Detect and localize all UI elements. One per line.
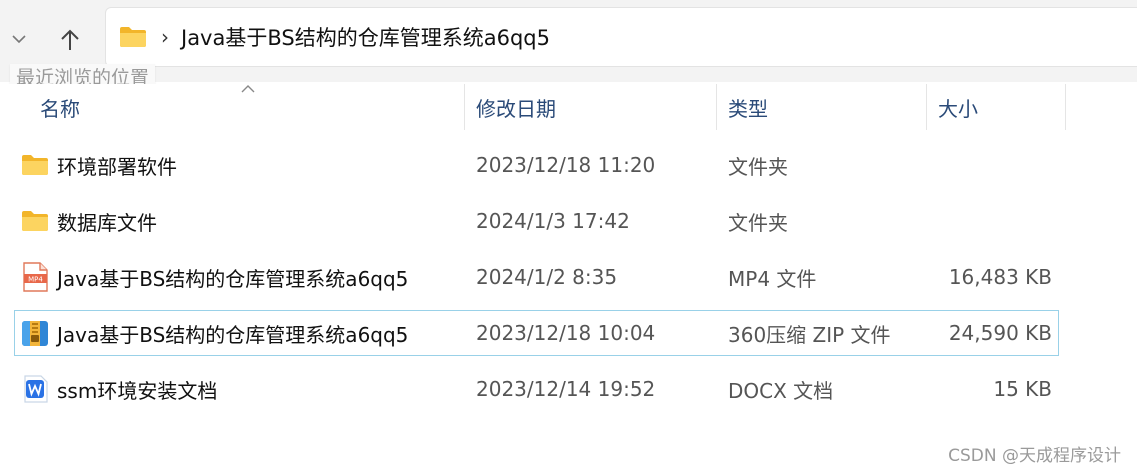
file-size: 24,590 KB bbox=[948, 321, 1052, 345]
file-row[interactable]: 环境部署软件 2023/12/18 11:20 文件夹 bbox=[14, 142, 1059, 188]
file-explorer-window: › Java基于BS结构的仓库管理系统a6qq5 最近浏览的位置 名称 修改日期… bbox=[0, 0, 1137, 474]
file-date: 2023/12/18 11:20 bbox=[476, 153, 656, 177]
file-date: 2024/1/3 17:42 bbox=[476, 209, 630, 233]
breadcrumb-separator-icon: › bbox=[161, 25, 169, 49]
file-name: 环境部署软件 bbox=[57, 154, 177, 179]
column-header: 名称 修改日期 类型 大小 bbox=[0, 84, 1137, 130]
file-row[interactable]: 数据库文件 2024/1/3 17:42 文件夹 bbox=[14, 198, 1059, 244]
address-bar[interactable]: › Java基于BS结构的仓库管理系统a6qq5 bbox=[105, 7, 1137, 67]
file-date: 2024/1/2 8:35 bbox=[476, 265, 618, 289]
column-header-type[interactable]: 类型 bbox=[716, 84, 926, 130]
recent-locations-button[interactable] bbox=[6, 24, 32, 54]
file-type: 360压缩 ZIP 文件 bbox=[728, 322, 891, 347]
file-name: 数据库文件 bbox=[57, 210, 157, 235]
file-name: Java基于BS结构的仓库管理系统a6qq5 bbox=[57, 322, 409, 347]
file-type: DOCX 文档 bbox=[728, 378, 834, 403]
mp4-file-icon: MP4 bbox=[21, 255, 49, 299]
file-type: 文件夹 bbox=[728, 210, 788, 235]
file-name: ssm环境安装文档 bbox=[57, 378, 218, 403]
file-row[interactable]: ssm环境安装文档 2023/12/14 19:52 DOCX 文档 15 KB bbox=[14, 366, 1059, 412]
navigation-toolbar: › Java基于BS结构的仓库管理系统a6qq5 最近浏览的位置 bbox=[0, 0, 1137, 92]
watermark: CSDN @天成程序设计 bbox=[948, 446, 1121, 466]
breadcrumb-current-folder[interactable]: Java基于BS结构的仓库管理系统a6qq5 bbox=[181, 22, 550, 52]
zip-archive-icon bbox=[21, 311, 49, 355]
chevron-down-icon bbox=[12, 35, 26, 44]
folder-icon bbox=[119, 25, 147, 49]
file-date: 2023/12/14 19:52 bbox=[476, 377, 656, 401]
file-name: Java基于BS结构的仓库管理系统a6qq5 bbox=[57, 266, 409, 291]
svg-text:MP4: MP4 bbox=[28, 276, 43, 284]
arrow-up-icon bbox=[61, 29, 79, 50]
sort-ascending-icon bbox=[241, 85, 255, 93]
file-row[interactable]: MP4 Java基于BS结构的仓库管理系统a6qq5 2024/1/2 8:35… bbox=[14, 254, 1059, 300]
file-date: 2023/12/18 10:04 bbox=[476, 321, 656, 345]
file-size: 16,483 KB bbox=[948, 265, 1052, 289]
file-row-selected[interactable]: Java基于BS结构的仓库管理系统a6qq5 2023/12/18 10:04 … bbox=[14, 310, 1059, 356]
folder-icon bbox=[21, 143, 49, 187]
file-size: 15 KB bbox=[993, 377, 1052, 401]
file-type: 文件夹 bbox=[728, 154, 788, 179]
up-button[interactable] bbox=[52, 22, 88, 58]
folder-icon bbox=[21, 199, 49, 243]
word-doc-icon bbox=[21, 367, 49, 411]
column-header-size[interactable]: 大小 bbox=[926, 84, 1066, 130]
column-header-date[interactable]: 修改日期 bbox=[464, 84, 716, 130]
file-type: MP4 文件 bbox=[728, 266, 817, 291]
